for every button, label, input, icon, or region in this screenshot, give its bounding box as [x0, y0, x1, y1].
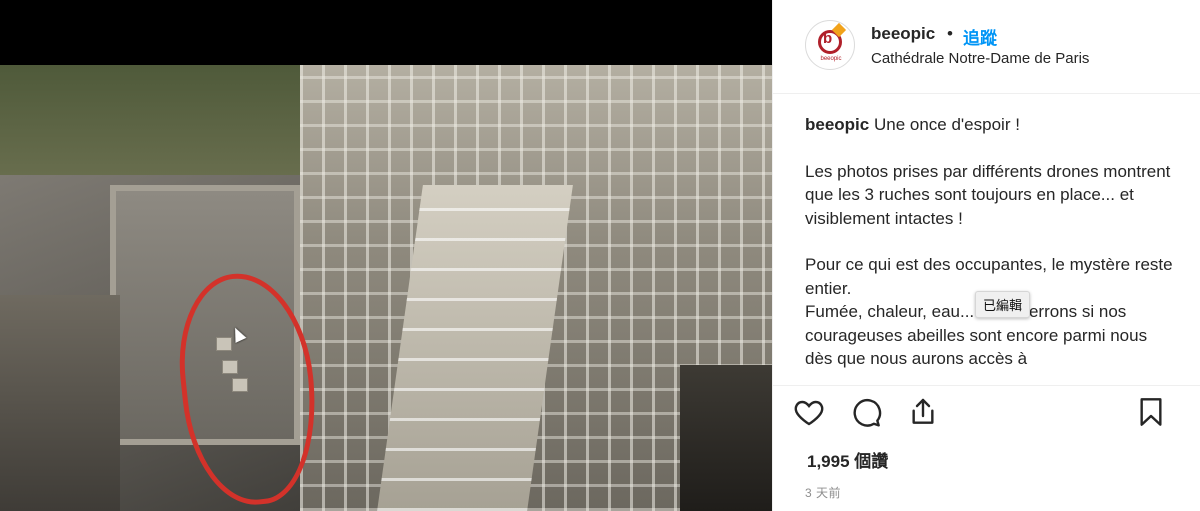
caption-text: Les photos prises par différents drones …: [805, 161, 1171, 228]
photo-letterbox: [0, 0, 772, 65]
follow-button[interactable]: 追蹤: [963, 24, 997, 49]
caption-text: Une once d'espoir !: [873, 115, 1020, 134]
share-icon: [912, 398, 934, 424]
save-button[interactable]: [1135, 396, 1173, 434]
logo-text: beeopic: [820, 56, 842, 62]
cathedral-tower: [0, 295, 120, 511]
logo-letter: b: [823, 30, 833, 47]
separator-dot: •: [947, 24, 953, 43]
likes-count[interactable]: 1,995 個讚: [807, 447, 888, 472]
bookmark-icon: [1140, 398, 1162, 426]
garden-area: [0, 65, 300, 185]
divider: [773, 385, 1200, 386]
like-button[interactable]: [793, 396, 831, 434]
heart-icon: [794, 400, 824, 426]
comment-icon: [853, 399, 882, 427]
post-photo[interactable]: [0, 0, 772, 511]
username-link[interactable]: beeopic: [871, 24, 935, 44]
location-link[interactable]: Cathédrale Notre-Dame de Paris: [871, 50, 1089, 67]
aerial-cathedral-image: [0, 65, 772, 511]
post-sidebar: b beeopic beeopic • 追蹤 Cathédrale Notre-…: [772, 0, 1200, 511]
post-header: b beeopic beeopic • 追蹤 Cathédrale Notre-…: [773, 0, 1200, 94]
avatar[interactable]: b beeopic: [805, 20, 855, 70]
caption-username[interactable]: beeopic: [805, 115, 869, 134]
burnt-area: [680, 365, 772, 511]
edited-tooltip: 已編輯: [975, 291, 1031, 318]
instagram-post: b beeopic beeopic • 追蹤 Cathédrale Notre-…: [0, 0, 1200, 511]
post-caption: beeopic Une once d'espoir ! Les photos p…: [805, 113, 1175, 383]
comment-button[interactable]: [850, 396, 888, 434]
share-button[interactable]: [907, 396, 945, 434]
post-timestamp[interactable]: 3 天前: [805, 484, 841, 501]
caption-line: beeopic Une once d'espoir !: [805, 113, 1175, 137]
